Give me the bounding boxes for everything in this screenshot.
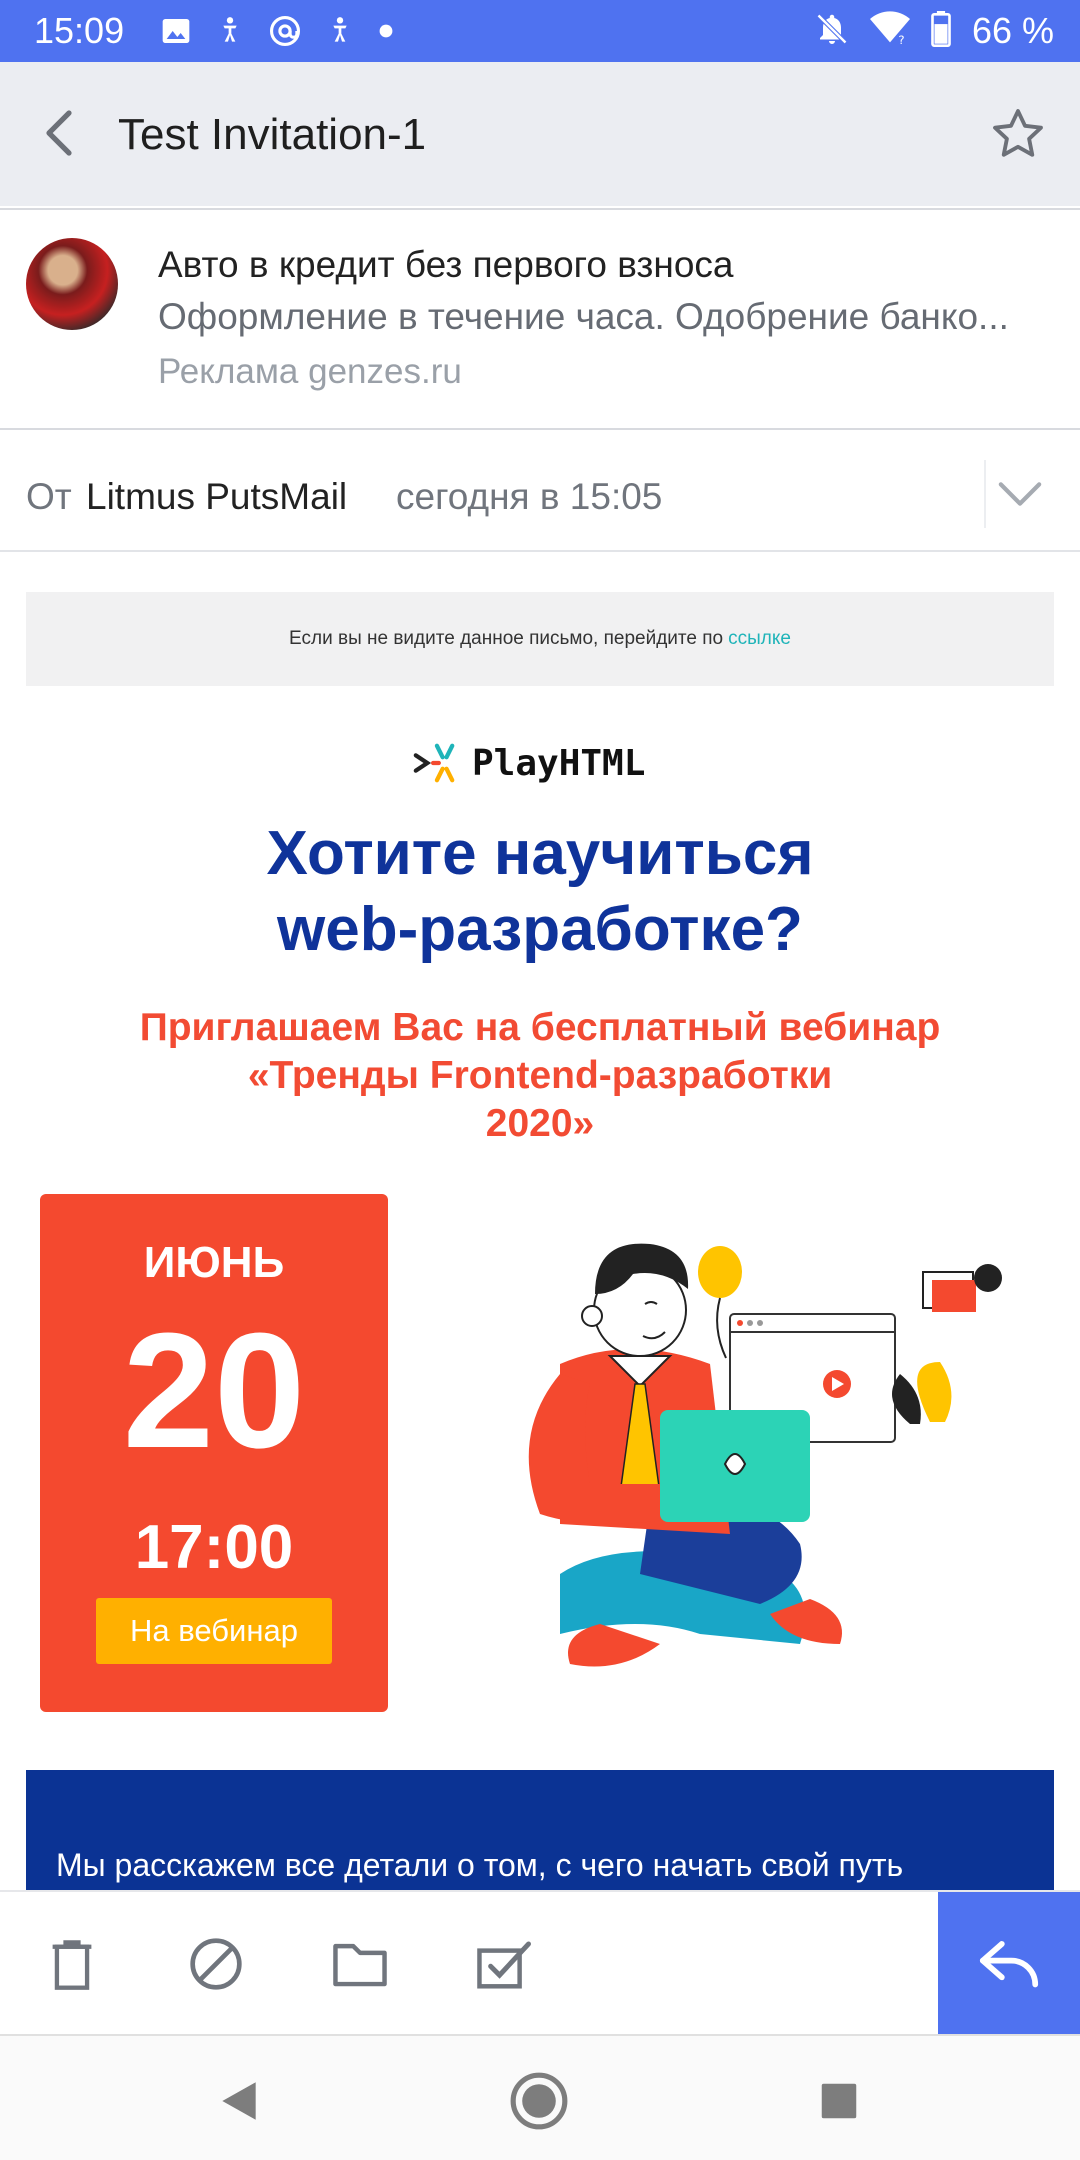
status-notification-icons [160, 14, 394, 53]
ad-banner[interactable]: Авто в кредит без первого взноса Оформле… [0, 208, 1080, 430]
subhead-line: Приглашаем Вас на бесплатный вебинар [139, 1006, 941, 1049]
subhead-line: «Тренды Frontend-разработки [247, 1054, 833, 1097]
email-headline: Хотите научиться web-разработке? [0, 816, 1080, 968]
back-button[interactable] [26, 100, 92, 166]
system-navigation-bar [0, 2034, 1080, 2160]
register-webinar-button[interactable]: На вебинар [96, 1598, 332, 1664]
nav-back-button[interactable] [206, 2068, 272, 2134]
info-text: Мы расскажем все детали о том, с чего на… [56, 1847, 904, 1883]
status-bar: 15:09 ? 66 % [0, 0, 1080, 62]
ad-description: Оформление в течение часа. Одобрение бан… [158, 296, 1009, 337]
circle-home-icon [510, 2072, 568, 2130]
nav-recents-button[interactable] [806, 2068, 872, 2134]
event-month: ИЮНЬ [143, 1238, 285, 1287]
brand-logo: PlayHTML [412, 740, 645, 786]
message-actions-toolbar [0, 1890, 1080, 2034]
chevron-left-icon [46, 110, 72, 156]
sender-row[interactable]: От Litmus PutsMail сегодня в 15:05 [0, 432, 1080, 552]
accessibility-icon [324, 15, 356, 52]
mark-read-icon [477, 1941, 531, 1989]
at-sign-icon [268, 14, 302, 53]
info-block: Мы расскажем все детали о том, с чего на… [26, 1770, 1054, 1890]
image-icon [160, 15, 192, 52]
web-version-link[interactable]: ссылке [728, 628, 791, 650]
status-time: 15:09 [34, 10, 125, 51]
subhead-line: 2020» [485, 1102, 595, 1145]
message-subject: Test Invitation-1 [118, 110, 427, 159]
mark-read-button[interactable] [466, 1926, 542, 2002]
star-icon [993, 109, 1043, 157]
battery-icon [930, 10, 952, 52]
headline-line: web-разработке? [277, 895, 803, 964]
dot-icon [378, 23, 394, 44]
spam-icon [190, 1938, 242, 1990]
ad-thumbnail [26, 238, 118, 330]
notifications-off-icon [814, 11, 850, 52]
accessibility-icon [214, 15, 246, 52]
message-app-bar: Test Invitation-1 [0, 62, 1080, 206]
sender-name[interactable]: Litmus PutsMail [86, 474, 347, 520]
square-recents-icon [821, 2083, 857, 2119]
reply-button[interactable] [938, 1892, 1080, 2034]
message-date: сегодня в 15:05 [396, 476, 663, 517]
status-system-icons: ? 66 % [814, 8, 1054, 54]
wifi-icon: ? [869, 10, 910, 52]
favorite-button[interactable] [982, 98, 1054, 170]
nav-home-button[interactable] [506, 2068, 572, 2134]
email-body: Если вы не видите данное письмо, перейди… [0, 554, 1080, 1890]
delete-button[interactable] [34, 1926, 110, 2002]
developer-illustration [528, 1243, 1002, 1667]
triangle-back-icon [222, 2082, 256, 2120]
playhtml-logo-icon [413, 743, 455, 783]
reply-icon [979, 1941, 1039, 1988]
chevron-down-icon [998, 482, 1042, 506]
preheader-text: Если вы не видите данное письмо, перейди… [289, 628, 724, 649]
expand-details-button[interactable] [984, 460, 1054, 528]
event-date-card: ИЮНЬ 20 17:00 На вебинар [40, 1194, 388, 1712]
from-label: От [26, 476, 72, 517]
folder-icon [333, 1943, 387, 1987]
email-subheadline: Приглашаем Вас на бесплатный вебинар «Тр… [100, 1004, 980, 1148]
svg-text:?: ? [898, 33, 904, 47]
battery-percent: 66 % [971, 10, 1054, 51]
headline-line: Хотите научиться [266, 819, 814, 888]
event-time: 17:00 [134, 1513, 294, 1582]
logo-text: PlayHTML [472, 742, 646, 784]
event-day: 20 [122, 1299, 306, 1482]
trash-icon [52, 1940, 92, 1990]
spam-button[interactable] [178, 1926, 254, 2002]
preheader: Если вы не видите данное письмо, перейди… [26, 592, 1054, 686]
ad-source: Реклама genzes.ru [158, 352, 462, 391]
ad-title: Авто в кредит без первого взноса [158, 244, 734, 285]
move-to-folder-button[interactable] [322, 1926, 398, 2002]
